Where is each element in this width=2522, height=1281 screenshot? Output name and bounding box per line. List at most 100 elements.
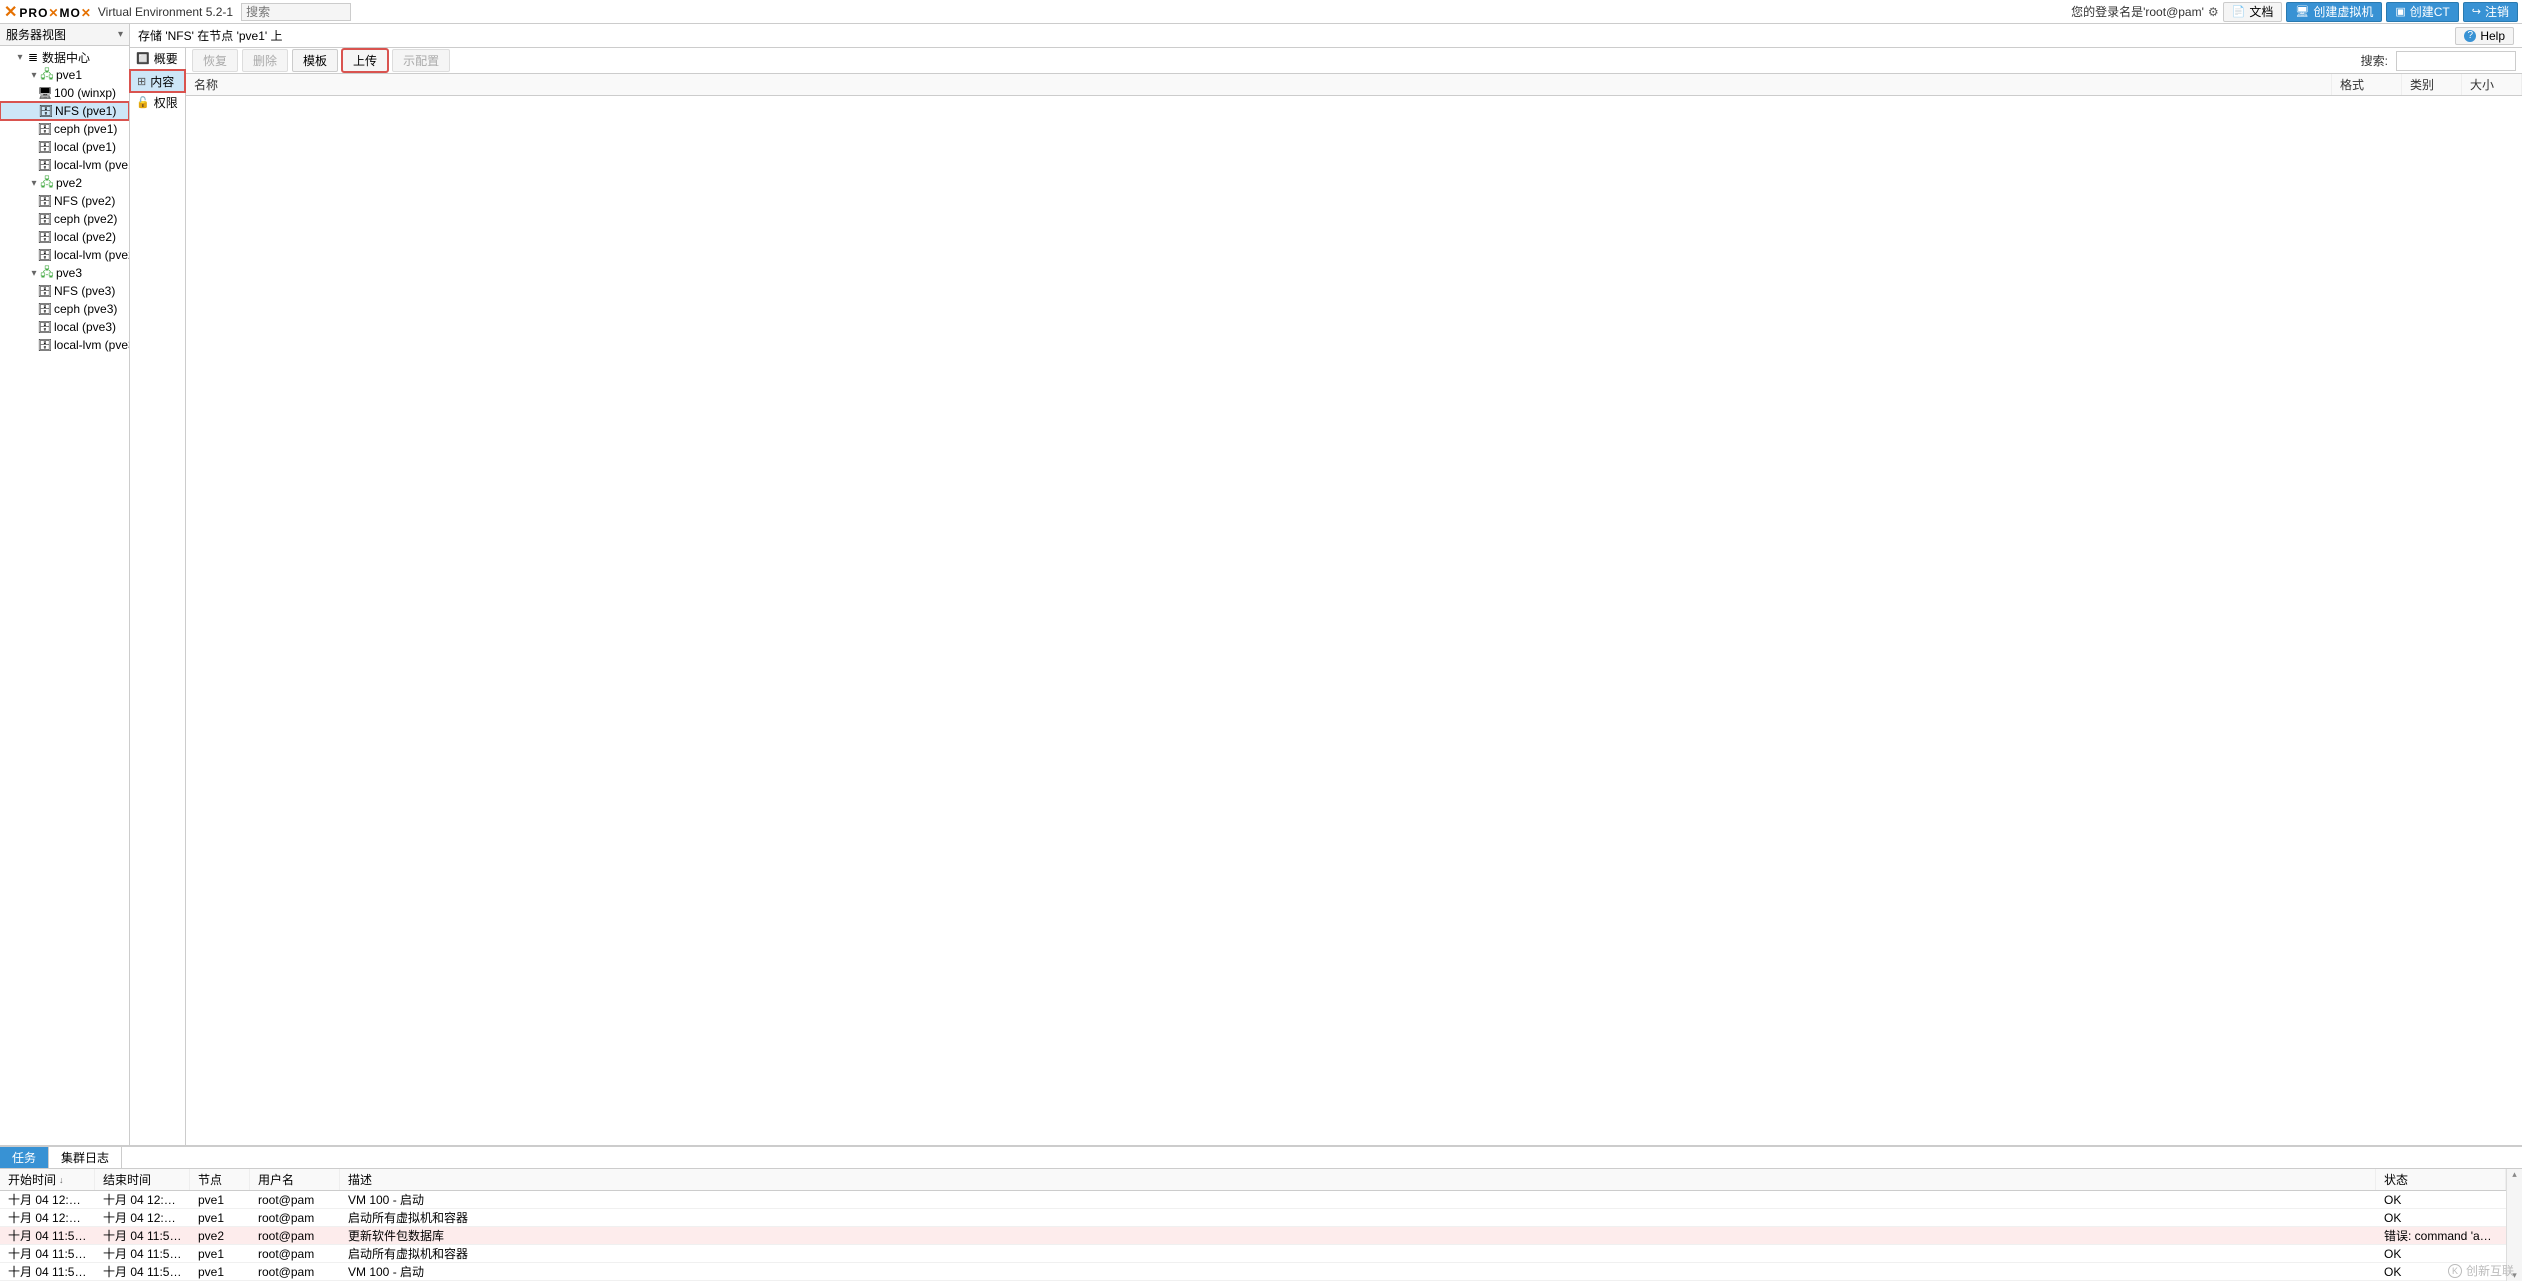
task-row[interactable]: 十月 04 11:52:28 十月 04 11:52:33 pve1 root@… [0,1263,2506,1281]
tree-item-storage[interactable]: 🗄local-lvm (pve2) [0,246,129,264]
logo: ✕ PRO✕MO✕ [4,2,92,22]
col-user[interactable]: 用户名 [250,1169,340,1190]
task-row[interactable]: 十月 04 12:35:42 十月 04 12:35:44 pve1 root@… [0,1191,2506,1209]
create-vm-button[interactable]: 🖥创建虚拟机 [2286,2,2382,22]
task-row[interactable]: 十月 04 11:55:50 十月 04 11:55:50 pve1 root@… [0,1245,2506,1263]
tree-label: local (pve1) [54,140,116,154]
storage-icon: 🗄 [38,140,52,154]
resource-tree: ▾≣数据中心▾🖧pve1🖥100 (winxp)🗄NFS (pve1)🗄ceph… [0,46,129,1145]
show-config-button[interactable]: 示配置 [392,49,450,72]
tree-item-storage[interactable]: 🗄ceph (pve3) [0,300,129,318]
subnav-content[interactable]: ⊞内容 [130,70,185,92]
collapse-icon: ▾ [28,178,40,189]
col-description[interactable]: 描述 [340,1169,2376,1190]
col-type[interactable]: 类别 [2402,74,2462,95]
task-desc: 启动所有虚拟机和容器 [340,1245,2376,1262]
content-grid-header: 名称 格式 类别 大小 [186,74,2522,96]
col-status[interactable]: 状态 [2376,1169,2506,1190]
subnav-permissions[interactable]: 🔓权限 [130,92,185,114]
task-grid-header: 开始时间↓ 结束时间 节点 用户名 描述 状态 [0,1169,2506,1191]
bottom-tabs: 任务 集群日志 [0,1147,2522,1169]
search-label: 搜索: [2361,52,2388,69]
storage-icon: 🗄 [38,320,52,334]
task-user: root@pam [250,1193,340,1207]
tree-item-storage[interactable]: 🗄NFS (pve1) [0,102,129,120]
server-icon: 🖧 [40,65,54,86]
chevron-down-icon: ▾ [118,29,123,40]
tree-label: pve2 [56,176,82,190]
task-end: 十月 04 11:52:33 [95,1263,190,1280]
task-row[interactable]: 十月 04 11:55:56 十月 04 11:56:11 pve2 root@… [0,1227,2506,1245]
watermark-label: 创新互联 [2466,1262,2514,1279]
task-start: 十月 04 12:33:42 [0,1209,95,1226]
task-user: root@pam [250,1247,340,1261]
login-info: 您的登录名是'root@pam' [2071,3,2204,20]
task-status: OK [2376,1211,2506,1225]
tree-item-storage[interactable]: 🗄ceph (pve1) [0,120,129,138]
tree-item-storage[interactable]: 🗄NFS (pve2) [0,192,129,210]
col-format[interactable]: 格式 [2332,74,2402,95]
scroll-up-icon[interactable]: ▴ [2512,1169,2517,1180]
col-name[interactable]: 名称 [186,74,2332,95]
tree-node-pve1[interactable]: ▾🖧pve1 [0,66,129,84]
col-end-time[interactable]: 结束时间 [95,1169,190,1190]
tree-label: NFS (pve1) [55,104,116,118]
tree-item-storage[interactable]: 🗄local (pve2) [0,228,129,246]
task-end: 十月 04 11:55:50 [95,1245,190,1262]
task-start: 十月 04 12:35:42 [0,1191,95,1208]
tree-item-storage[interactable]: 🗄local-lvm (pve3) [0,336,129,354]
gear-icon[interactable]: ⚙ [2208,5,2219,19]
docs-button[interactable]: 📄文档 [2223,2,2283,22]
task-status: 错误: command 'apt-get upd... [2376,1227,2506,1244]
lock-icon: 🔓 [136,96,150,109]
tab-cluster-log[interactable]: 集群日志 [49,1147,122,1168]
tree-label: 数据中心 [42,49,90,66]
col-start-time[interactable]: 开始时间↓ [0,1169,95,1190]
tree-item-storage[interactable]: 🗄local (pve3) [0,318,129,336]
global-search-input[interactable] [241,3,351,21]
task-user: root@pam [250,1211,340,1225]
server-icon: 🖧 [40,263,54,284]
tree-item-storage[interactable]: 🗄local (pve1) [0,138,129,156]
task-status: OK [2376,1247,2506,1261]
tree-item-vm[interactable]: 🖥100 (winxp) [0,84,129,102]
create-vm-label: 创建虚拟机 [2313,3,2373,20]
help-button[interactable]: ?Help [2455,27,2514,45]
logout-button[interactable]: ↪注销 [2463,2,2518,22]
tab-tasks[interactable]: 任务 [0,1147,49,1168]
col-node[interactable]: 节点 [190,1169,250,1190]
task-desc: VM 100 - 启动 [340,1191,2376,1208]
task-row[interactable]: 十月 04 12:33:42 十月 04 12:33:42 pve1 root@… [0,1209,2506,1227]
task-user: root@pam [250,1265,340,1279]
tree-node-pve2[interactable]: ▾🖧pve2 [0,174,129,192]
storage-icon: 🗄 [38,248,52,262]
task-node: pve1 [190,1211,250,1225]
view-selector[interactable]: 服务器视图 ▾ [0,24,129,46]
tree-datacenter[interactable]: ▾≣数据中心 [0,48,129,66]
tree-label: NFS (pve3) [54,284,115,298]
sub-navigation: 🔲概要 ⊞内容 🔓权限 [130,48,186,1145]
content-grid-body [186,96,2522,1145]
tree-label: local-lvm (pve1) [54,158,129,172]
storage-icon: 🗄 [38,158,52,172]
upload-button[interactable]: 上传 [342,49,388,72]
tree-label: ceph (pve2) [54,212,117,226]
tree-item-storage[interactable]: 🗄ceph (pve2) [0,210,129,228]
content-pane: 恢复 删除 模板 上传 示配置 搜索: 名称 格式 类别 大小 [186,48,2522,1145]
delete-button[interactable]: 删除 [242,49,288,72]
restore-button[interactable]: 恢复 [192,49,238,72]
tree-item-storage[interactable]: 🗄local-lvm (pve1) [0,156,129,174]
subnav-summary[interactable]: 🔲概要 [130,48,185,70]
create-ct-button[interactable]: ▣创建CT [2386,2,2458,22]
templates-button[interactable]: 模板 [292,49,338,72]
content-search-input[interactable] [2396,51,2516,71]
sort-desc-icon: ↓ [59,1175,64,1185]
tree-item-storage[interactable]: 🗄NFS (pve3) [0,282,129,300]
version-label: Virtual Environment 5.2-1 [98,5,233,19]
tree-node-pve3[interactable]: ▾🖧pve3 [0,264,129,282]
tree-label: local-lvm (pve3) [54,338,129,352]
storage-icon: 🗄 [38,230,52,244]
col-size[interactable]: 大小 [2462,74,2522,95]
create-ct-label: 创建CT [2410,3,2450,20]
grid-icon: ⊞ [137,75,146,88]
